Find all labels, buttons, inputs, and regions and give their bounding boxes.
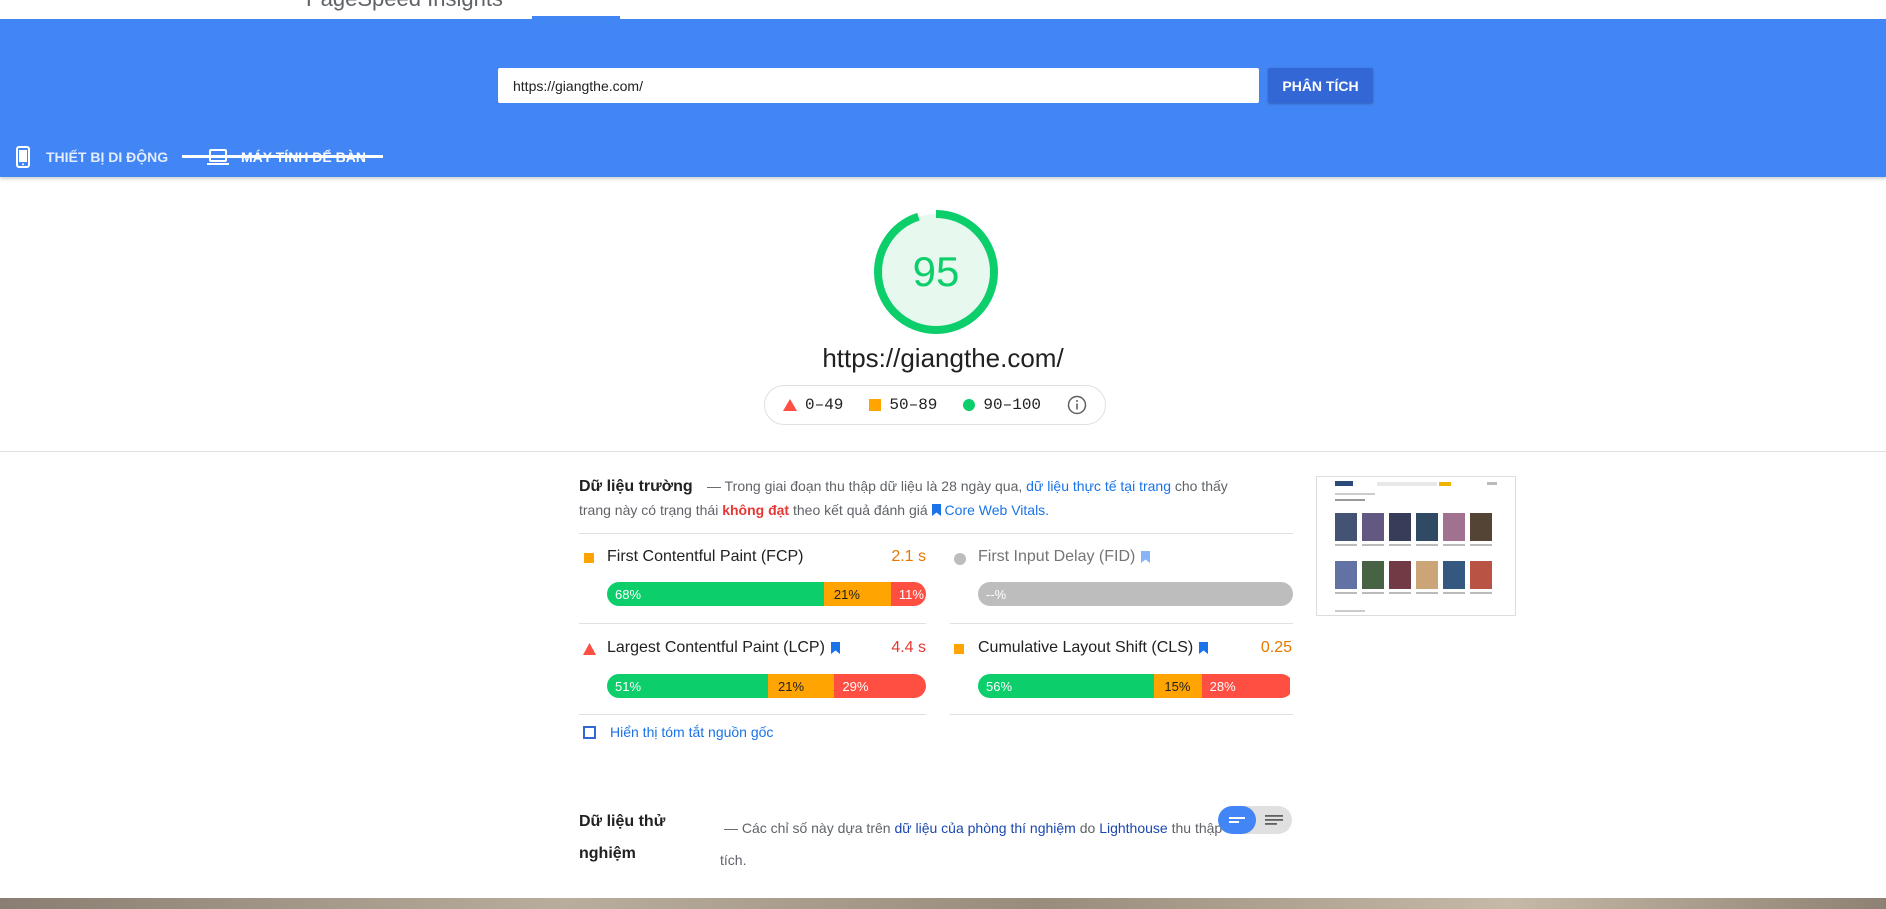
segment-average: 21%	[768, 674, 835, 698]
lab-data-title: Dữ liệu thử	[579, 813, 666, 830]
metric-name: Cumulative Layout Shift (CLS)	[978, 639, 1194, 656]
legend-item-fail: 0–49	[782, 396, 844, 414]
metric-name: First Input Delay (FID)	[978, 548, 1136, 565]
metric-lcp-value: 4.4 s	[891, 639, 926, 656]
desc-text: theo kết quả đánh giá	[792, 502, 928, 518]
circle-icon	[954, 553, 966, 565]
score-value: 95	[912, 248, 960, 295]
metric-fcp-distribution: 68% 21% 11%	[607, 582, 926, 606]
analysis-header: PHÂN TÍCH THIẾT BỊ DI ĐỘNG MÁY TÍNH ĐỂ B…	[0, 19, 1886, 177]
brand-title: PageSpeed Insights	[306, 0, 503, 12]
page-screenshot-thumbnail	[1316, 476, 1516, 616]
lab-data-title-line2: nghiệm	[579, 845, 636, 862]
metric-fcp-value: 2.1 s	[891, 548, 926, 565]
desc-text: Core Web Vitals.	[944, 502, 1050, 518]
top-app-bar: PageSpeed Insights	[0, 0, 1886, 19]
metric-lcp-distribution: 51% 21% 29%	[607, 674, 926, 698]
square-icon	[954, 644, 964, 654]
view-toggle[interactable]	[1218, 806, 1292, 834]
lighthouse-link[interactable]: Lighthouse	[1099, 820, 1168, 836]
metric-cls-value: 0.25	[1260, 639, 1292, 656]
segment-poor: 29%	[834, 674, 926, 698]
row-divider	[950, 623, 1293, 624]
lab-data-link[interactable]: dữ liệu của phòng thí nghiệm	[894, 820, 1075, 836]
bookmark-icon	[1141, 551, 1151, 563]
row-divider	[579, 623, 926, 624]
row-divider	[579, 533, 1293, 534]
desc-text: cho thấy	[1174, 478, 1228, 494]
url-input[interactable]	[498, 68, 1259, 103]
bookmark-icon	[1199, 642, 1209, 654]
legend-label: 90–100	[983, 396, 1042, 414]
tab-mobile[interactable]: THIẾT BỊ DI ĐỘNG	[12, 137, 168, 177]
legend-label: 0–49	[804, 396, 844, 414]
metric-fid-distribution: --%	[978, 582, 1293, 606]
segment-average: 15%	[1154, 674, 1202, 698]
tab-mobile-label: THIẾT BỊ DI ĐỘNG	[46, 149, 169, 165]
legend-item-average: 50–89	[869, 396, 937, 414]
field-data-description: — Trong giai đoạn thu thập dữ liệu là 28…	[579, 474, 1229, 522]
core-web-vitals-link[interactable]: Core Web Vitals.	[931, 502, 1050, 518]
lab-data-description: — Các chỉ số này dựa trên dữ liệu của ph…	[720, 812, 1224, 876]
metric-fcp-title: First Contentful Paint (FCP)	[607, 548, 804, 566]
info-icon[interactable]	[1067, 395, 1087, 415]
bottom-overlay-strip	[0, 898, 1886, 909]
score-legend: 0–49 50–89 90–100	[764, 385, 1106, 425]
square-icon	[584, 553, 594, 563]
origin-summary-label[interactable]: Hiển thị tóm tắt nguồn gốc	[610, 724, 773, 740]
segment-poor: 28%	[1201, 674, 1290, 698]
row-divider	[579, 714, 926, 715]
segment-no-data: --%	[978, 582, 1293, 606]
pagespeed-logo-icon	[262, 0, 290, 7]
row-divider	[950, 714, 1293, 715]
analyzed-url: https://giangthe.com/	[822, 343, 1064, 373]
desc-text: tích.	[720, 852, 747, 868]
screenshot-image	[1317, 477, 1515, 612]
desc-text: do	[1079, 820, 1096, 836]
section-divider	[0, 451, 1886, 452]
analyze-button[interactable]: PHÂN TÍCH	[1268, 68, 1373, 103]
fail-status: không đạt	[722, 502, 790, 518]
segment-poor: 11%	[890, 582, 926, 606]
triangle-icon	[782, 399, 797, 411]
origin-summary-checkbox[interactable]	[583, 726, 596, 739]
segment-good: 56%	[978, 674, 1155, 698]
legend-item-pass: 90–100	[963, 396, 1041, 414]
segment-good: 68%	[607, 582, 824, 606]
field-data-link[interactable]: dữ liệu thực tế tại trang	[1026, 478, 1171, 494]
list-view-icon[interactable]	[1256, 806, 1292, 834]
desc-text: thu thập	[1171, 820, 1223, 836]
legend-label: 50–89	[889, 396, 938, 414]
bookmark-icon	[931, 504, 941, 516]
segment-average: 21%	[823, 582, 891, 606]
metric-cls-title: Cumulative Layout Shift (CLS)	[978, 639, 1209, 657]
summary-view-button[interactable]	[1218, 806, 1256, 834]
circle-icon	[963, 399, 976, 411]
metric-name: First Contentful Paint (FCP)	[607, 548, 804, 565]
metric-cls-distribution: 56% 15% 28%	[978, 674, 1293, 698]
desc-text: — Các chỉ số này dựa trên	[724, 820, 891, 836]
triangle-icon	[583, 643, 596, 655]
metric-fid-title: First Input Delay (FID)	[978, 548, 1151, 566]
bookmark-icon	[830, 642, 840, 654]
desc-text: — Trong giai đoạn thu thập dữ liệu là 28…	[707, 478, 1023, 494]
selected-tab-indicator	[182, 155, 383, 158]
short-lines-icon	[1229, 817, 1245, 823]
metric-lcp-title: Largest Contentful Paint (LCP)	[607, 639, 840, 657]
square-icon	[869, 399, 882, 411]
desc-text: trang này có trạng thái	[579, 502, 719, 518]
metric-name: Largest Contentful Paint (LCP)	[607, 639, 825, 656]
phone-icon	[16, 146, 30, 168]
segment-good: 51%	[607, 674, 769, 698]
